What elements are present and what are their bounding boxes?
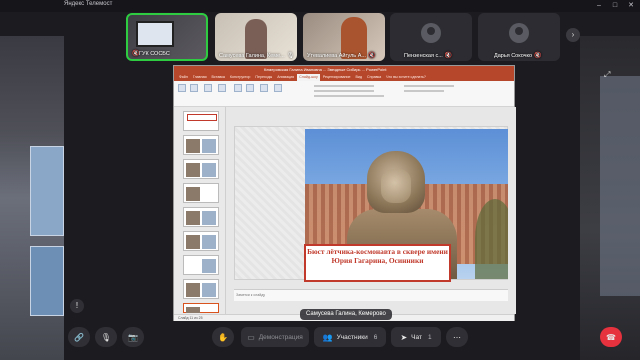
chat-count: 1 (427, 333, 432, 341)
participant-name: Утевалиева Айгуль А... (307, 53, 366, 59)
participant-name: ГУК СОСБС (139, 51, 170, 57)
ppt-tab: Файл (179, 75, 188, 79)
chat-button[interactable]: ➤ Чат 1 (391, 327, 441, 347)
chat-icon: ➤ (400, 332, 408, 342)
telemost-window: Яндекс Телемост – □ ✕ 🔇 ГУК СОСБС Самусев… (0, 0, 640, 360)
ppt-tab: Справка (367, 75, 382, 79)
slide-editor: Бюст лётчика-космонавта в сквере имени Ю… (226, 107, 516, 314)
more-icon: ⋯ (453, 332, 461, 342)
screen-share-icon: ▭ (247, 332, 255, 342)
ppt-tab: Конструктор (229, 75, 251, 79)
ppt-ribbon-tabs: Файл Главная Вставка Конструктор Переход… (174, 74, 514, 81)
microphone-button[interactable]: 🎙 (95, 327, 117, 347)
slide-thumbnails (174, 107, 226, 314)
participant-tile-utevalieva[interactable]: Утевалиева Айгуль А... 🔇 (303, 13, 385, 61)
participant-tile-darya[interactable]: Дарья Сокочко 🔇 (478, 13, 560, 61)
avatar (421, 23, 441, 43)
screen-share-label: Демонстрация (258, 333, 303, 341)
participant-tile-penzenskaya[interactable]: Пензенская с... 🔇 (390, 13, 472, 61)
shared-screen-powerpoint: Кемеровская Галина Ивановна ... Звездные… (173, 65, 516, 321)
ppt-window-title: Кемеровская Галина Ивановна ... Звездные… (264, 67, 387, 72)
mic-off-icon: 🔇 (444, 53, 453, 59)
mic-off-icon: 🔇 (534, 53, 542, 59)
minimize-button[interactable]: – (594, 1, 604, 10)
camera-icon: 📷 (128, 332, 138, 342)
window-controls: – □ ✕ (594, 1, 636, 10)
participants-button[interactable]: 👥 Участники 6 (314, 327, 386, 347)
avatar (509, 23, 529, 43)
participant-tile-samuseva[interactable]: Самусева Галина, Кеме... 🎙 (215, 13, 297, 61)
participant-name: Пензенская с... (404, 53, 443, 59)
maximize-button[interactable]: □ (610, 1, 620, 10)
screen-share-button[interactable]: ▭ Демонстрация (241, 327, 309, 347)
mic-icon: 🎙 (286, 53, 295, 59)
hang-up-button[interactable]: ☎ (600, 327, 622, 347)
participants-label: Участники (336, 333, 368, 341)
ppt-tab: Переходы (255, 75, 273, 79)
participant-tile-guk[interactable]: 🔇 ГУК СОСБС (126, 13, 208, 61)
link-icon: 🔗 (74, 332, 84, 342)
ppt-tab: Главная (192, 75, 207, 79)
participant-name: Дарья Сокочко (494, 53, 533, 59)
title-bar: Яндекс Телемост – □ ✕ (0, 0, 640, 12)
close-button[interactable]: ✕ (626, 1, 636, 10)
slide-caption: Бюст лётчика-космонавта в сквере имени Ю… (304, 244, 451, 282)
copy-link-button[interactable]: 🔗 (68, 327, 90, 347)
hand-icon: ✋ (218, 332, 228, 342)
chevron-right-icon[interactable]: › (566, 28, 580, 42)
chat-label: Чат (411, 333, 422, 341)
camera-button[interactable]: 📷 (122, 327, 144, 347)
ppt-search-tab: Что вы хотите сделать? (386, 75, 426, 79)
mic-off-icon: 🔇 (367, 53, 376, 59)
camera-background-left (0, 36, 64, 360)
ppt-tab: Вид (355, 75, 363, 79)
ppt-tab-active: Слайд-шоу (297, 74, 320, 81)
ppt-tab: Рецензирование (322, 75, 351, 79)
participants-count: 6 (373, 333, 378, 341)
ppt-title-bar: Кемеровская Галина Ивановна ... Звездные… (174, 66, 514, 74)
info-icon[interactable]: ! (70, 299, 84, 313)
ppt-tab: Вставка (211, 75, 225, 79)
fullscreen-icon[interactable]: ⤢ (604, 70, 614, 80)
more-button[interactable]: ⋯ (446, 327, 468, 347)
presenter-label: Самусева Галина, Кемерово (300, 309, 392, 320)
mic-off-icon: 🔇 (132, 51, 140, 57)
camera-background-right (580, 36, 640, 360)
app-title: Яндекс Телемост (64, 1, 113, 7)
raise-hand-button[interactable]: ✋ (212, 327, 234, 347)
ppt-ribbon (174, 81, 514, 107)
ppt-tab: Анимация (277, 75, 295, 79)
participants-icon: 👥 (322, 332, 333, 342)
microphone-icon: 🎙 (100, 332, 112, 342)
current-slide: Бюст лётчика-космонавта в сквере имени Ю… (234, 126, 508, 282)
phone-hangup-icon: ☎ (606, 332, 616, 342)
slide-notes: Заметки к слайду (234, 289, 508, 301)
participant-name: Самусева Галина, Кеме... (219, 53, 285, 59)
